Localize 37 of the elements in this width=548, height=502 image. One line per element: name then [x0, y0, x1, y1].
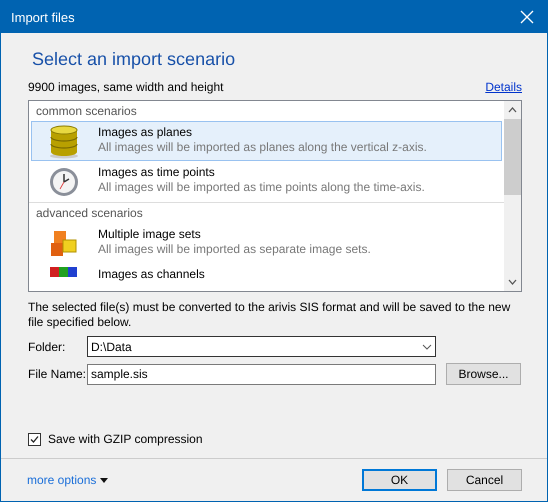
- file-name-field[interactable]: sample.sis: [87, 364, 436, 384]
- window-title: Import files: [11, 10, 75, 24]
- scenario-title: Images as planes: [98, 125, 194, 139]
- dialog-button[interactable]: OK: [362, 469, 437, 491]
- dialog-button[interactable]: Cancel: [447, 469, 522, 491]
- group-header: common scenarios: [35, 103, 138, 120]
- more-options-link[interactable]: more options: [27, 473, 108, 487]
- dropdown-triangle-icon: [100, 478, 108, 482]
- scenario-description: All images will be imported as time points along the time-axis.: [98, 180, 425, 194]
- scenario-item[interactable]: Images as channels: [31, 263, 502, 291]
- conversion-message: The selected file(s) must be converted to the arivis SIS format and will be saved to the new file specified below.: [28, 300, 512, 330]
- summary-text: 9900 images, same width and height: [28, 80, 224, 94]
- scenario-description: All images will be imported as planes along the vertical z-axis.: [98, 140, 427, 154]
- clock-icon: [48, 165, 80, 199]
- gzip-checkbox[interactable]: [28, 432, 41, 446]
- group-header: advanced scenarios: [29, 202, 504, 223]
- scenario-item[interactable]: Multiple image sets All images will be imported as separate image sets.: [31, 223, 502, 263]
- database-icon: [48, 125, 80, 159]
- scenario-title: Images as channels: [98, 267, 205, 281]
- gzip-label: Save with GZIP compression: [48, 432, 203, 446]
- channels-icon: [48, 267, 80, 277]
- scenario-item[interactable]: Images as planes All images will be imported as planes along the vertical z-axis.: [31, 121, 502, 161]
- scenario-title: Multiple image sets: [98, 227, 202, 241]
- scenario-title: Images as time points: [98, 165, 216, 179]
- folder-label: Folder:: [28, 340, 66, 354]
- scenario-item[interactable]: Images as time points All images will be imported as time points along the time-axis.: [31, 161, 502, 201]
- file-name-label: File Name:: [28, 367, 87, 381]
- chevron-down-icon[interactable]: [422, 344, 432, 350]
- scrollbar[interactable]: [504, 101, 521, 291]
- folder-dropdown[interactable]: D:\Data: [87, 336, 436, 357]
- scroll-down-icon[interactable]: [508, 279, 517, 285]
- browse-button[interactable]: Browse...: [446, 363, 521, 385]
- scroll-thumb[interactable]: [504, 119, 521, 195]
- dialog-heading: Select an import scenario: [32, 49, 236, 70]
- details-link[interactable]: Details: [485, 80, 522, 94]
- scroll-up-icon[interactable]: [508, 107, 517, 113]
- scenario-description: All images will be imported as separate image sets.: [98, 242, 371, 256]
